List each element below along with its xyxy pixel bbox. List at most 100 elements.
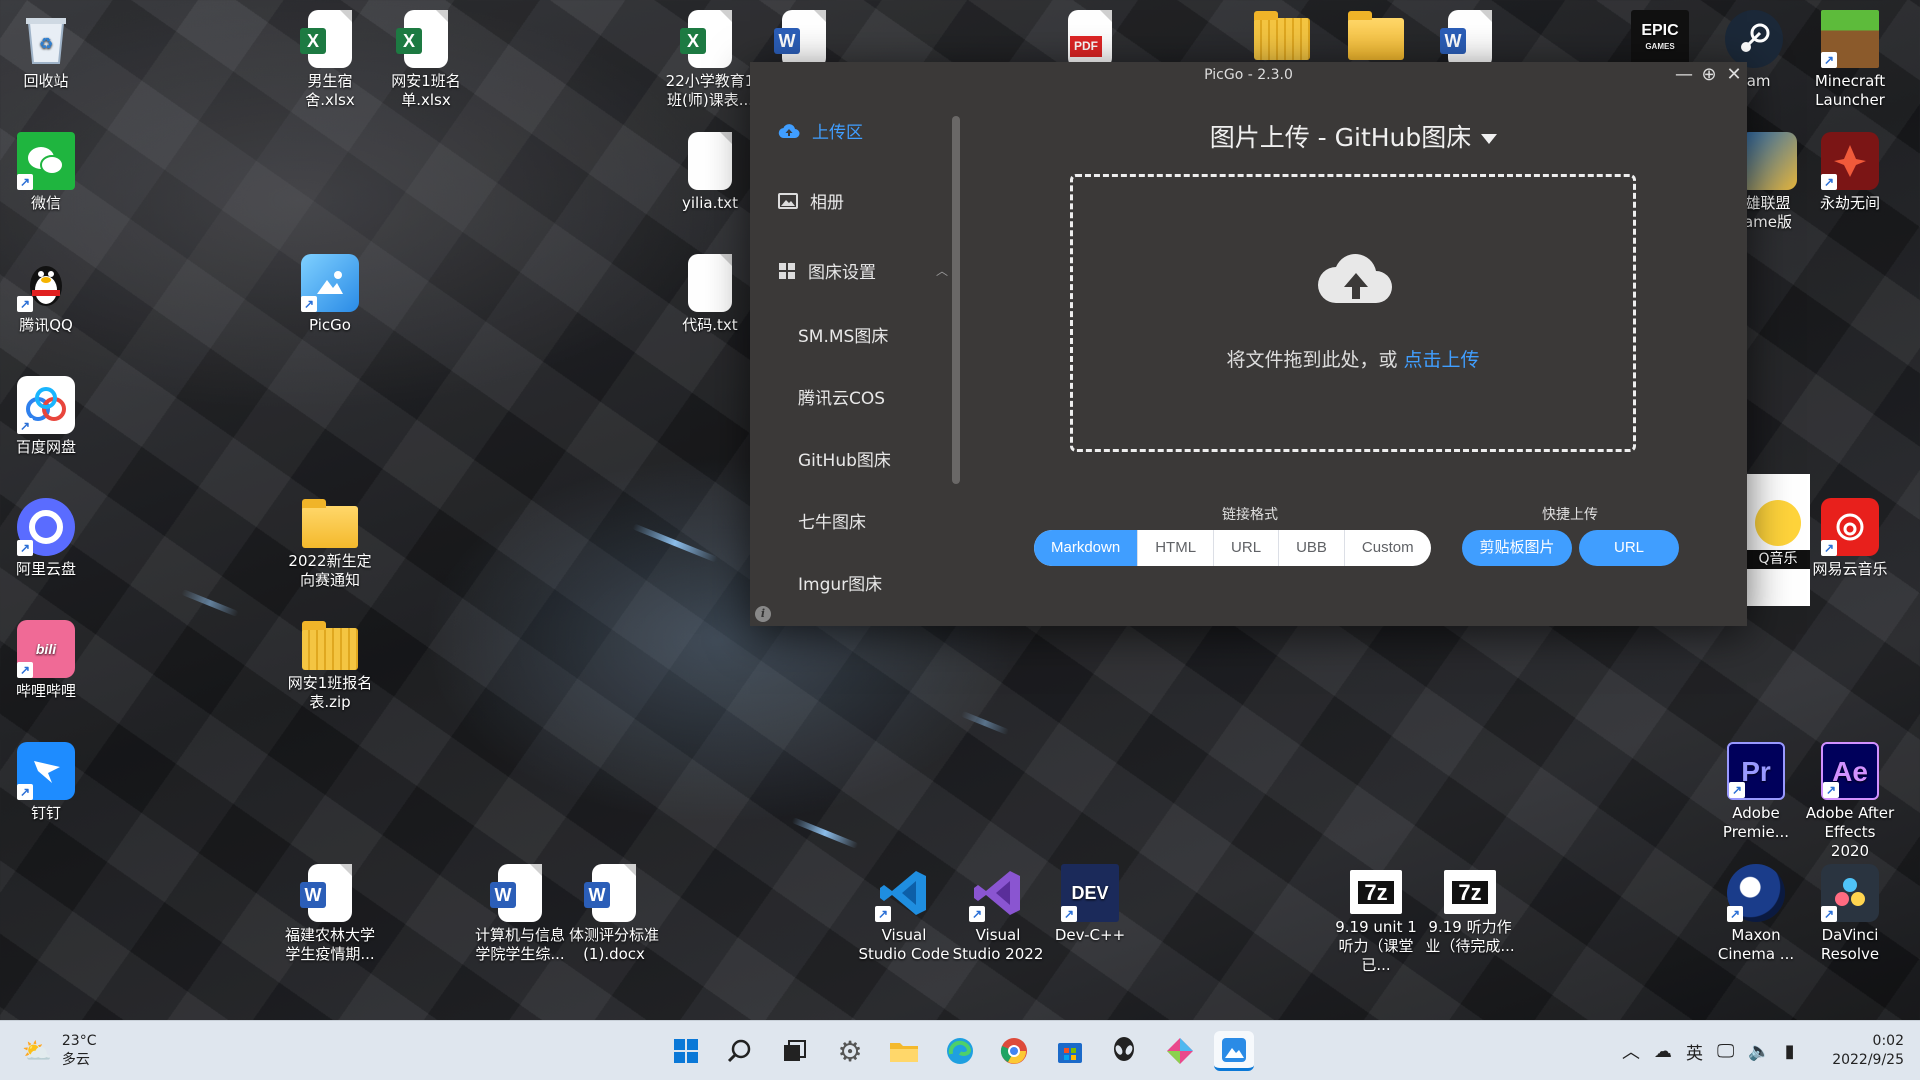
format-custom-button[interactable]: Custom	[1343, 530, 1431, 566]
desktop-icon-label: Q音乐	[1746, 550, 1810, 569]
desktop-icon-txt-yilia[interactable]: yilia.txt	[664, 128, 756, 213]
format-url-button[interactable]: URL	[1213, 530, 1278, 566]
desktop-icon-docx-college[interactable]: W 计算机与信息学院学生综...	[474, 860, 566, 964]
desktop-icon-label: 永劫无间	[1819, 194, 1880, 212]
sidebar-item-label: 图床设置	[808, 263, 876, 283]
desktop-icon-label: 回收站	[23, 72, 69, 90]
sidebar-item-smms[interactable]: SM.MS图床	[798, 322, 888, 347]
upload-url-button[interactable]: URL	[1579, 530, 1679, 566]
desktop-icon-visual-studio[interactable]: ↗ Visual Studio 2022	[950, 860, 1046, 964]
zip-folder-icon	[1254, 11, 1310, 60]
sidebar-item-github[interactable]: GitHub图床	[798, 446, 891, 471]
start-button[interactable]	[666, 1031, 706, 1071]
taskbar-file-explorer[interactable]	[884, 1031, 924, 1071]
taskbar-chrome[interactable]	[994, 1031, 1034, 1071]
click-upload-link[interactable]: 点击上传	[1404, 349, 1480, 371]
desktop-icon-aliyun-drive[interactable]: ↗ 阿里云盘	[0, 494, 92, 579]
desktop-icon-cinema4d[interactable]: ↗ Maxon Cinema ...	[1710, 860, 1802, 964]
monitor-icon[interactable]: 🖵	[1717, 1041, 1734, 1062]
format-markdown-button[interactable]: Markdown	[1034, 530, 1138, 566]
desktop-icon-xlsx-schedule[interactable]: X 22小学教育1班(师)课表...	[664, 6, 756, 110]
taskbar-git-app[interactable]	[1160, 1031, 1200, 1071]
battery-icon[interactable]: ▮	[1785, 1041, 1795, 1062]
desktop-icon-davinci[interactable]: ↗ DaVinci Resolve	[1804, 860, 1896, 964]
desktop-icon-zip-top[interactable]	[1236, 6, 1328, 66]
minimize-button[interactable]: —	[1670, 62, 1698, 88]
task-view-button[interactable]	[774, 1031, 814, 1071]
desktop-icon-folder-orientation[interactable]: 2022新生定向赛通知	[284, 494, 376, 590]
7z-archive-icon: 7z	[1444, 870, 1496, 914]
desktop-icon-txt-code[interactable]: 代码.txt	[664, 250, 756, 335]
dingtalk-icon: ↗	[17, 742, 75, 800]
picgo-titlebar[interactable]: PicGo - 2.3.0 — ⊕ ✕	[750, 62, 1747, 88]
desktop-icon-premiere[interactable]: Pr ↗ Adobe Premie...	[1710, 738, 1802, 842]
desktop-icon-qqmusic[interactable]: Q音乐	[1746, 474, 1810, 606]
upload-title[interactable]: 图片上传 - GitHub图床	[960, 118, 1747, 154]
sidebar-item-pic-bed-settings[interactable]: 图床设置 ︿	[778, 258, 948, 283]
sidebar-item-album[interactable]: 相册	[778, 188, 844, 213]
info-icon[interactable]: i	[755, 606, 771, 622]
desktop-icon-word-top2[interactable]: W	[1424, 6, 1516, 68]
shortcut-arrow-icon: ↗	[1729, 782, 1745, 798]
wechat-icon: ↗	[17, 132, 75, 190]
clock[interactable]: 0:02 2022/9/25	[1824, 1021, 1904, 1080]
desktop-icon-qq[interactable]: ↗ 腾讯QQ	[0, 250, 92, 335]
desktop-icon-label: 2022新生定向赛通知	[288, 552, 372, 589]
sidebar-item-upload[interactable]: 上传区	[778, 118, 863, 143]
desktop-icon-xlsx-namelist[interactable]: X 网安1班名单.xlsx	[380, 6, 472, 110]
desktop-icon-label: yilia.txt	[682, 194, 738, 212]
pin-button[interactable]: ⊕	[1695, 62, 1723, 88]
desktop-icon-naraka[interactable]: ↗ 永劫无间	[1804, 128, 1896, 213]
sidebar-item-qiniu[interactable]: 七牛图床	[798, 508, 866, 533]
desktop-icon-recycle-bin[interactable]: ♻ 回收站	[0, 6, 92, 91]
taskbar-picgo[interactable]	[1214, 1031, 1254, 1071]
desktop-icon-docx-pe[interactable]: W 体测评分标准(1).docx	[568, 860, 660, 964]
taskbar-store[interactable]	[1050, 1031, 1090, 1071]
desktop-icon-picgo[interactable]: ↗ PicGo	[284, 250, 376, 335]
desktop-icon-docx-epidemic[interactable]: W 福建农林大学学生疫情期...	[284, 860, 376, 964]
image-icon	[778, 192, 798, 209]
desktop-icon-7z-listening1[interactable]: 7z 9.19 unit 1听力（课堂已...	[1330, 860, 1422, 975]
shortcut-arrow-icon: ↗	[1821, 906, 1837, 922]
desktop-icon-wechat[interactable]: ↗ 微信	[0, 128, 92, 213]
sidebar-scrollbar[interactable]	[952, 116, 960, 484]
visual-studio-icon: ↗	[969, 864, 1027, 922]
taskbar-alienware[interactable]	[1104, 1031, 1144, 1071]
desktop-icon-baidu-netdisk[interactable]: ↗ 百度网盘	[0, 372, 92, 457]
shortcut-arrow-icon: ↗	[1821, 540, 1837, 556]
desktop-icon-pdf[interactable]: PDF	[1044, 6, 1136, 68]
close-button[interactable]: ✕	[1720, 62, 1748, 88]
partly-cloudy-icon: ⛅	[22, 1037, 52, 1065]
desktop-icon-after-effects[interactable]: Ae ↗ Adobe After Effects 2020	[1804, 738, 1896, 861]
desktop-icon-devcpp[interactable]: DEV ↗ Dev-C++	[1044, 860, 1136, 945]
format-html-button[interactable]: HTML	[1137, 530, 1213, 566]
desktop-icon-vscode[interactable]: ↗ Visual Studio Code	[856, 860, 952, 964]
desktop-icon-zip-signup[interactable]: 网安1班报名表.zip	[284, 616, 376, 712]
sidebar-item-imgur[interactable]: Imgur图床	[798, 570, 882, 595]
weather-widget[interactable]: ⛅ 23°C 多云	[22, 1021, 96, 1080]
desktop-icon-label: Visual Studio Code	[858, 926, 950, 963]
desktop-icon-minecraft[interactable]: ↗ Minecraft Launcher	[1804, 6, 1896, 110]
chevron-up-icon[interactable]: ︿	[1622, 1038, 1640, 1064]
desktop-icon-label: 9.19 unit 1听力（课堂已...	[1335, 918, 1417, 974]
volume-icon[interactable]: 🔈	[1748, 1041, 1770, 1062]
taskbar-edge[interactable]	[940, 1031, 980, 1071]
desktop-icon-xlsx-dorm[interactable]: X 男生宿舍.xlsx	[284, 6, 376, 110]
format-ubb-button[interactable]: UBB	[1278, 530, 1344, 566]
desktop-icon-word-top[interactable]: W	[758, 6, 850, 68]
clipboard-image-button[interactable]: 剪贴板图片	[1462, 530, 1572, 566]
desktop-icon-netease-music[interactable]: ↗ 网易云音乐	[1804, 494, 1896, 579]
shortcut-arrow-icon: ↗	[17, 174, 33, 190]
search-button[interactable]	[720, 1031, 760, 1071]
desktop-icon-folder-top[interactable]	[1330, 6, 1422, 66]
taskbar-settings[interactable]: ⚙	[830, 1031, 870, 1071]
desktop-icon-dingtalk[interactable]: ↗ 钉钉	[0, 738, 92, 823]
desktop-icon-7z-listening2[interactable]: 7z 9.19 听力作业（待完成...	[1424, 860, 1516, 956]
desktop-icon-bilibili[interactable]: bili ↗ 哔哩哔哩	[0, 616, 92, 701]
onedrive-cloud-icon[interactable]: ☁	[1654, 1041, 1672, 1062]
upload-dropzone[interactable]: 将文件拖到此处，或 点击上传	[1070, 174, 1636, 452]
sidebar-item-tencent-cos[interactable]: 腾讯云COS	[798, 384, 885, 409]
picgo-icon	[1222, 1037, 1246, 1062]
word-file-icon: W	[774, 10, 826, 68]
input-method-indicator[interactable]: 英	[1686, 1039, 1703, 1064]
